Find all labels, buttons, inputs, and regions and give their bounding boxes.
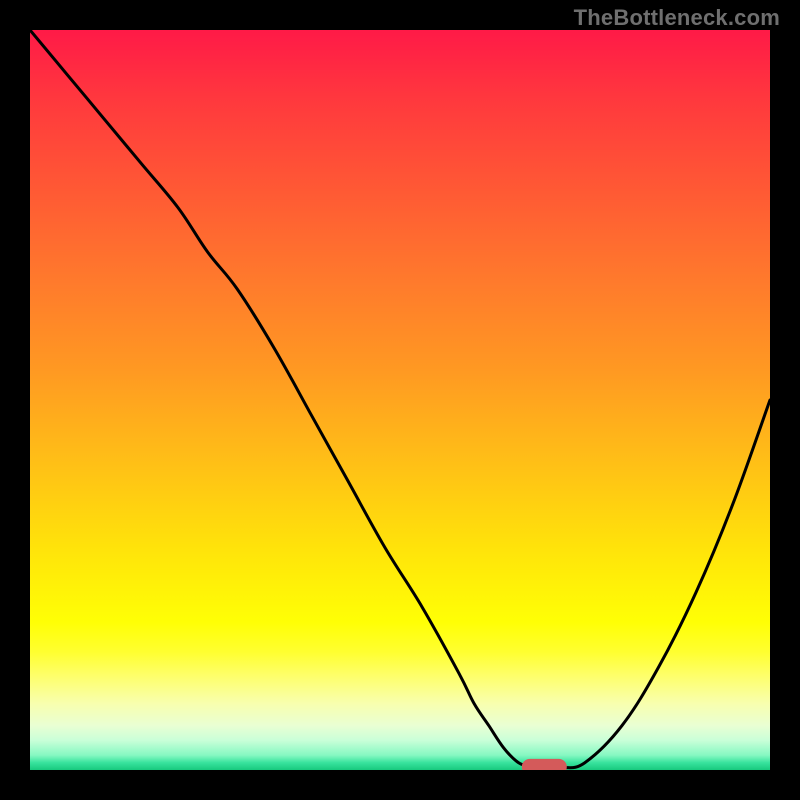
chart-frame: TheBottleneck.com (0, 0, 800, 800)
optimal-marker (522, 759, 566, 770)
curve-layer (30, 30, 770, 770)
watermark-text: TheBottleneck.com (574, 5, 780, 31)
bottleneck-curve (30, 30, 770, 768)
plot-area (30, 30, 770, 770)
